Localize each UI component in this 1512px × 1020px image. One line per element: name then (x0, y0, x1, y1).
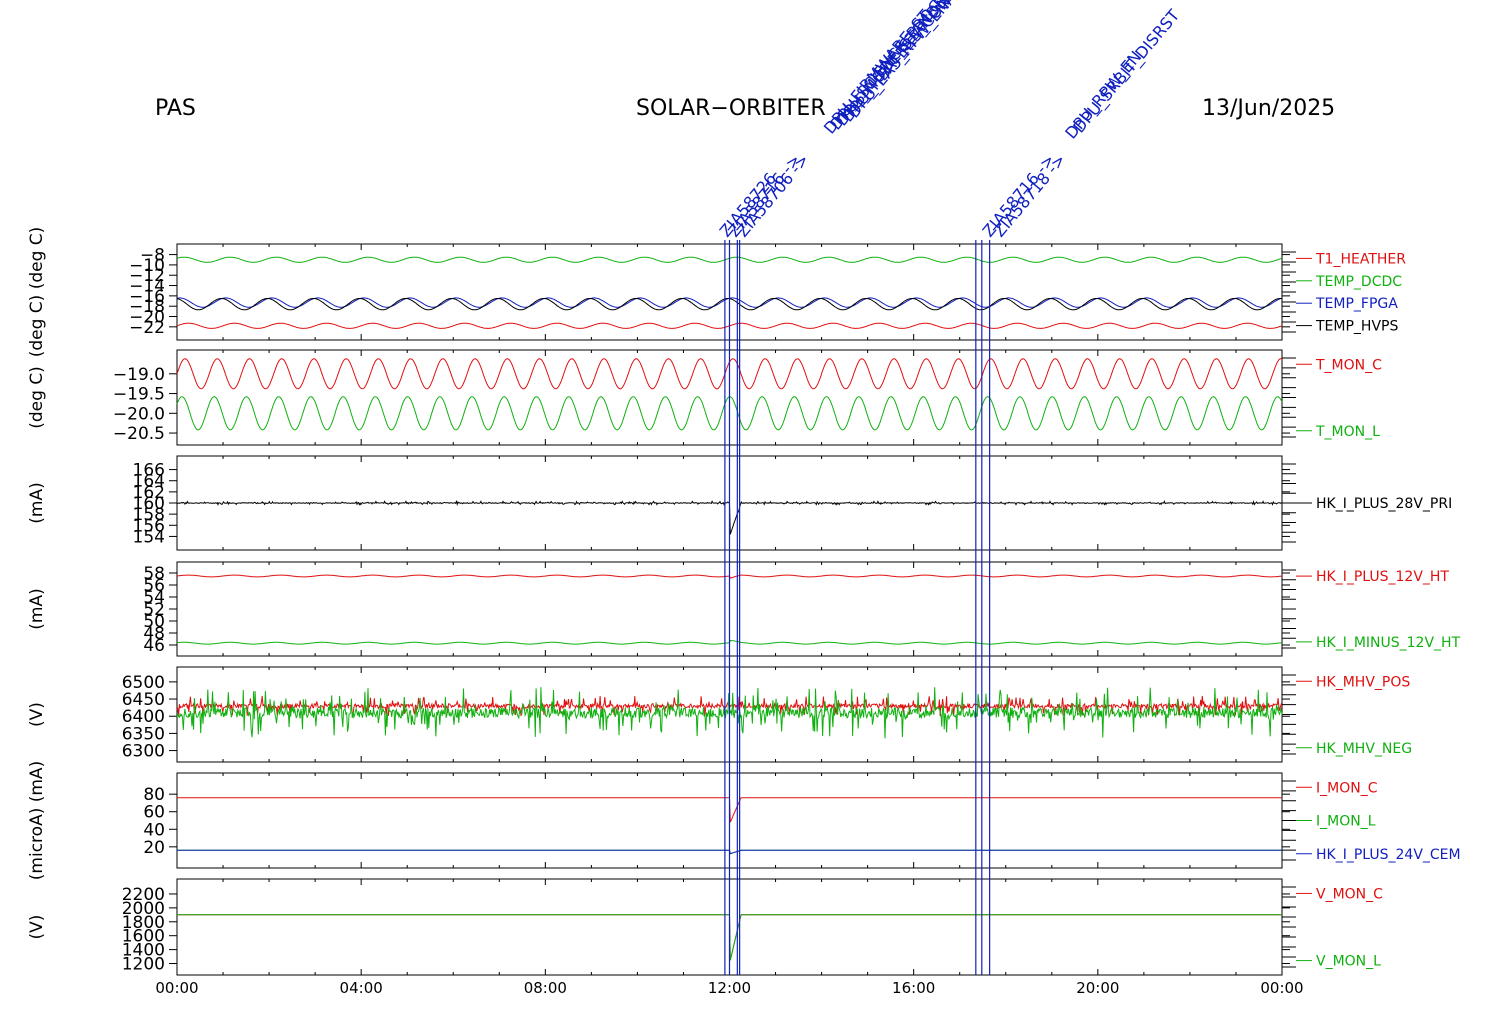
y-tick-label: −20.0 (113, 404, 165, 424)
legend-label: HK_MHV_POS (1316, 674, 1410, 690)
legend-label: HK_I_PLUS_12V_HT (1316, 569, 1449, 585)
event-label: ZIA58718 -> (990, 150, 1070, 240)
legend-label: I_MON_C (1316, 780, 1378, 796)
y-tick-label: 20 (143, 838, 165, 858)
y-tick-label: −19.5 (113, 385, 165, 405)
y-axis-label: (deg C) (27, 366, 47, 429)
x-tick-label: 16:00 (892, 979, 935, 997)
y-tick-label: 6300 (122, 742, 165, 762)
legend-label: TEMP_DCDC (1315, 274, 1402, 290)
y-axis-label: (V) (27, 702, 47, 727)
x-tick-label: 00:00 (155, 979, 198, 997)
x-tick-label: 12:00 (708, 979, 751, 997)
y-tick-label: 46 (143, 636, 165, 656)
legend-label: V_MON_L (1316, 954, 1381, 970)
x-tick-label: 04:00 (340, 979, 383, 997)
y-tick-label: −20.5 (113, 424, 165, 444)
x-tick-label: 08:00 (524, 979, 567, 997)
legend-label: TEMP_HVPS (1315, 319, 1398, 335)
x-tick-label: 00:00 (1260, 979, 1303, 997)
legend-label: HK_I_PLUS_28V_PRI (1316, 496, 1452, 512)
housekeeping-chart: −8−10−12−14−16−18−20−22(deg C) (deg C) T1… (27, 0, 1461, 997)
legend-label: HK_I_MINUS_12V_HT (1316, 635, 1461, 651)
y-axis-label: (V) (27, 915, 47, 940)
y-tick-label: −19.0 (113, 365, 165, 385)
x-tick-label: 20:00 (1076, 979, 1119, 997)
y-tick-label: −22 (129, 318, 165, 338)
legend-label: TEMP_FPGA (1315, 296, 1398, 312)
legend-label: T1_HEATHER (1315, 251, 1406, 267)
legend-label: HK_MHV_NEG (1316, 741, 1412, 757)
y-tick-label: 1200 (122, 955, 165, 975)
y-axis-label: (mA) (27, 482, 47, 523)
legend-label: V_MON_C (1316, 886, 1383, 902)
y-axis-label: (microA) (mA) (27, 761, 47, 880)
event-command-label: DPU_SRBIT_DISRST (1069, 6, 1184, 138)
legend-label: HK_I_PLUS_24V_CEM (1316, 847, 1461, 863)
y-axis-label: (mA) (27, 588, 47, 629)
y-tick-label: 154 (133, 527, 165, 547)
legend-label: T_MON_L (1315, 424, 1380, 440)
y-axis-label: (deg C) (deg C) (27, 227, 47, 358)
legend-label: I_MON_L (1316, 814, 1376, 830)
legend-label: T_MON_C (1315, 357, 1382, 373)
